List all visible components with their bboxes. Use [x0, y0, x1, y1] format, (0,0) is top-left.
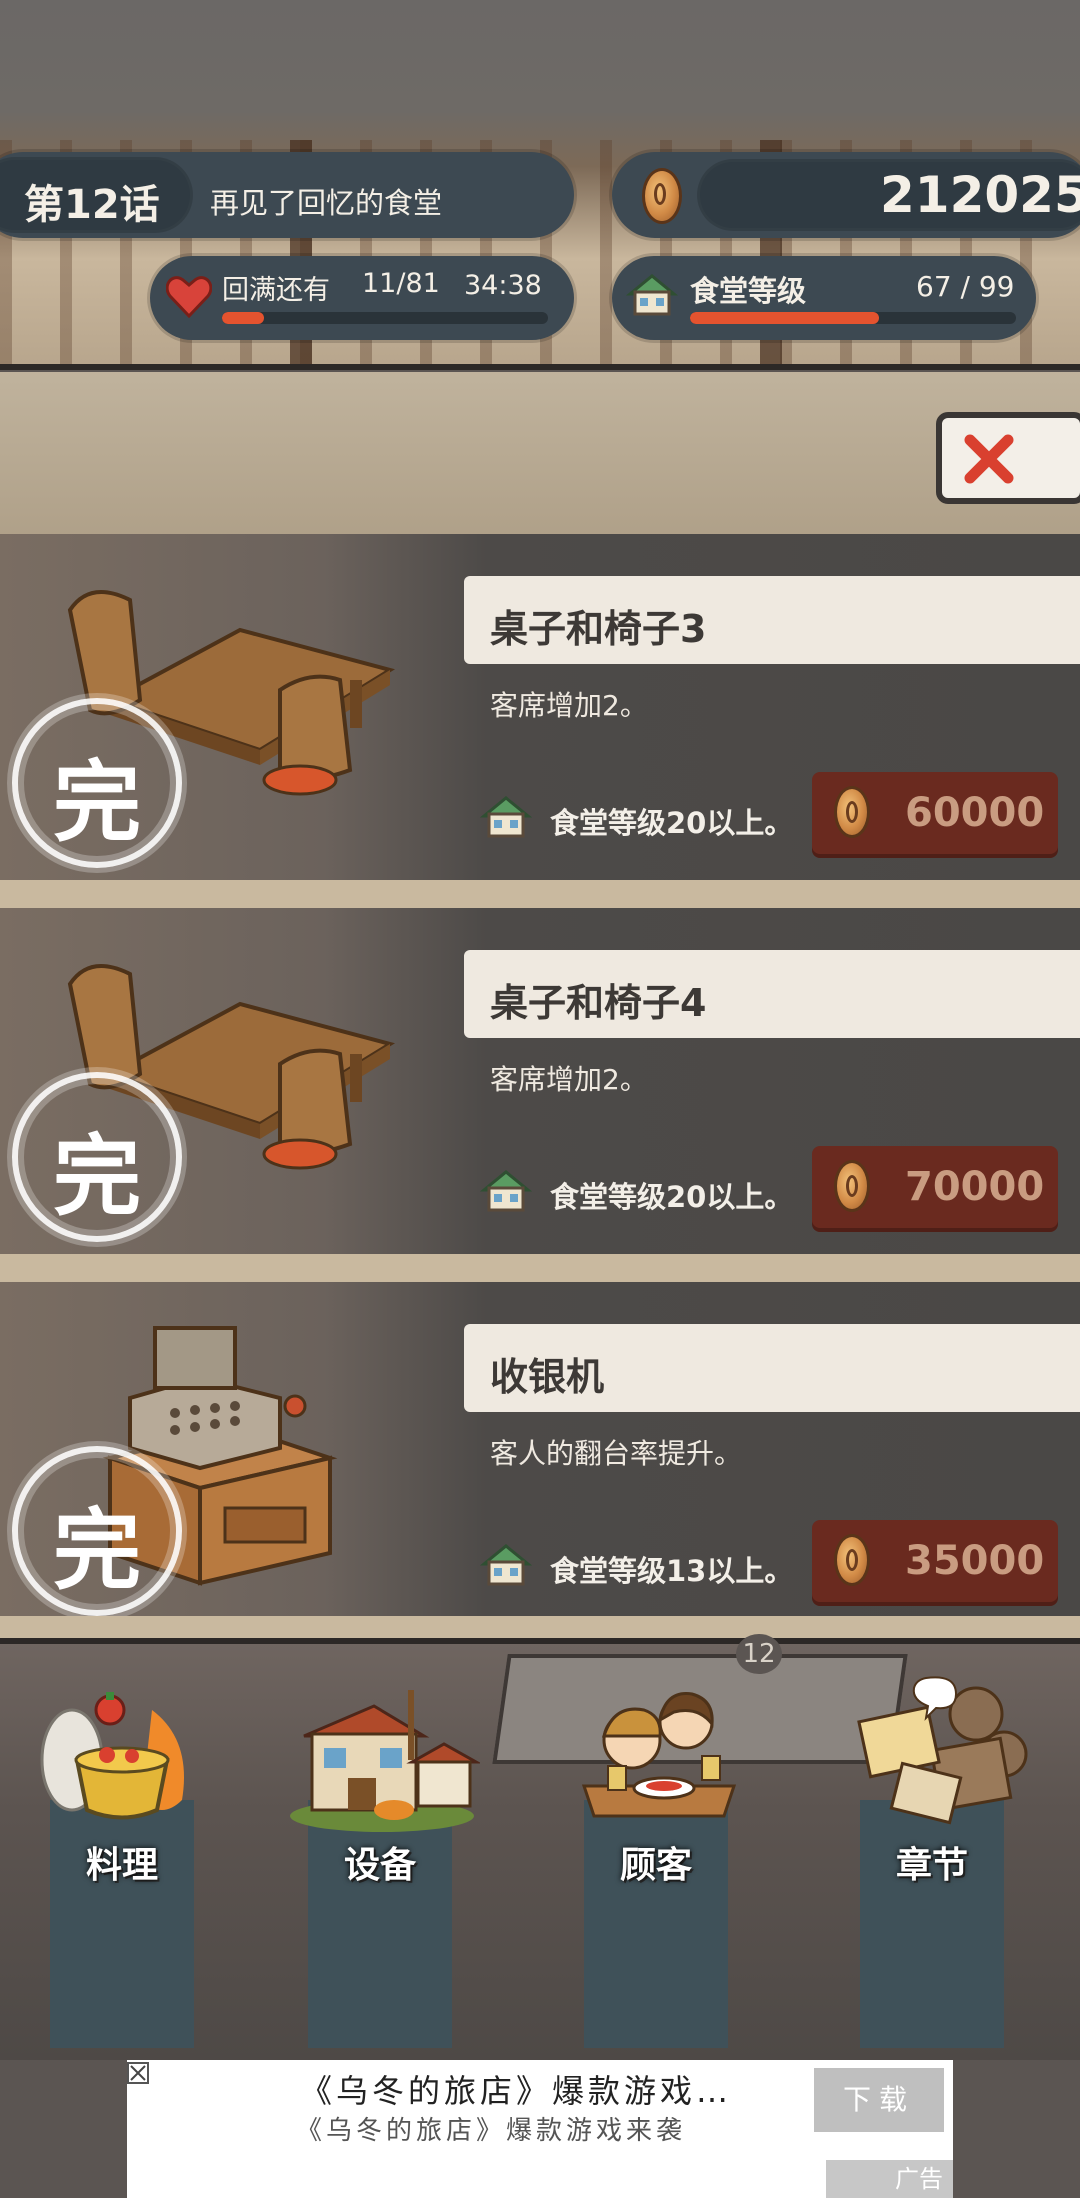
nav-label: 设备	[343, 1845, 416, 1886]
item-price: 70000	[905, 1164, 1045, 1210]
card-separator	[0, 880, 1080, 908]
item-price: 60000	[905, 790, 1045, 836]
completed-stamp: 完	[12, 698, 182, 868]
level-bar	[690, 312, 1016, 324]
chapter-label: 第12话	[24, 182, 160, 228]
item-name: 收银机	[490, 1355, 605, 1399]
shop-building-icon	[290, 1690, 480, 1832]
stamp-text: 完	[52, 1124, 141, 1228]
customers-icon	[581, 1692, 737, 1818]
cooking-pot-icon	[40, 1692, 184, 1820]
stamina-bar	[222, 312, 548, 324]
coin-icon	[834, 786, 870, 838]
nav-label: 顾客	[619, 1845, 692, 1886]
item-requirement: 食堂等级20以上。	[550, 1180, 794, 1214]
coin-count: 212025	[880, 166, 1080, 224]
item-description: 客席增加2。	[490, 689, 648, 722]
ad-close-button[interactable]	[127, 2062, 149, 2084]
stamp-text: 完	[52, 750, 141, 854]
stamina-timer: 34:38	[464, 270, 542, 301]
coin-icon	[834, 1160, 870, 1212]
close-button[interactable]	[936, 412, 1080, 504]
chapter-title: 再见了回忆的食堂	[210, 186, 443, 220]
completed-stamp: 完	[12, 1072, 182, 1242]
ad-label: 广告	[826, 2160, 953, 2198]
item-description: 客席增加2。	[490, 1063, 648, 1096]
card-separator	[0, 1616, 1080, 1638]
heart-icon	[166, 276, 212, 318]
house-icon	[480, 1544, 532, 1586]
house-icon	[626, 274, 678, 316]
item-price: 35000	[905, 1538, 1045, 1584]
level-bar-fill	[690, 312, 880, 324]
stamina-label: 回满还有	[222, 275, 330, 306]
card-separator	[0, 1254, 1080, 1282]
close-icon	[964, 434, 1014, 484]
item-name: 桌子和椅子3	[490, 607, 707, 651]
stamina-count: 11/81	[362, 268, 440, 299]
table-number-badge: 12	[736, 1634, 782, 1674]
background-strip	[0, 372, 1080, 534]
stamp-text: 完	[52, 1498, 141, 1602]
coin-icon	[834, 1534, 870, 1586]
level-value: 67 / 99	[916, 270, 1015, 303]
house-icon	[480, 1170, 532, 1212]
ad-download-button[interactable]: 下载	[814, 2068, 944, 2132]
stamina-bar-fill	[222, 312, 265, 324]
item-description: 客人的翻台率提升。	[490, 1437, 743, 1470]
level-label: 食堂等级	[690, 274, 807, 308]
panel-top-border	[0, 364, 1080, 370]
ad-title: 《乌冬的旅店》爆款游戏…	[300, 2072, 733, 2110]
item-name: 桌子和椅子4	[490, 981, 707, 1025]
ad-subtitle: 《乌冬的旅店》爆款游戏来袭	[296, 2116, 687, 2146]
item-requirement: 食堂等级20以上。	[550, 806, 794, 840]
nav-label: 料理	[85, 1845, 158, 1886]
close-icon	[130, 2065, 146, 2081]
coin-icon	[642, 168, 682, 224]
completed-stamp: 完	[12, 1446, 182, 1616]
film-projector-icon	[857, 1676, 1028, 1825]
house-icon	[480, 796, 532, 838]
item-requirement: 食堂等级13以上。	[550, 1554, 794, 1588]
nav-label: 章节	[895, 1845, 968, 1886]
